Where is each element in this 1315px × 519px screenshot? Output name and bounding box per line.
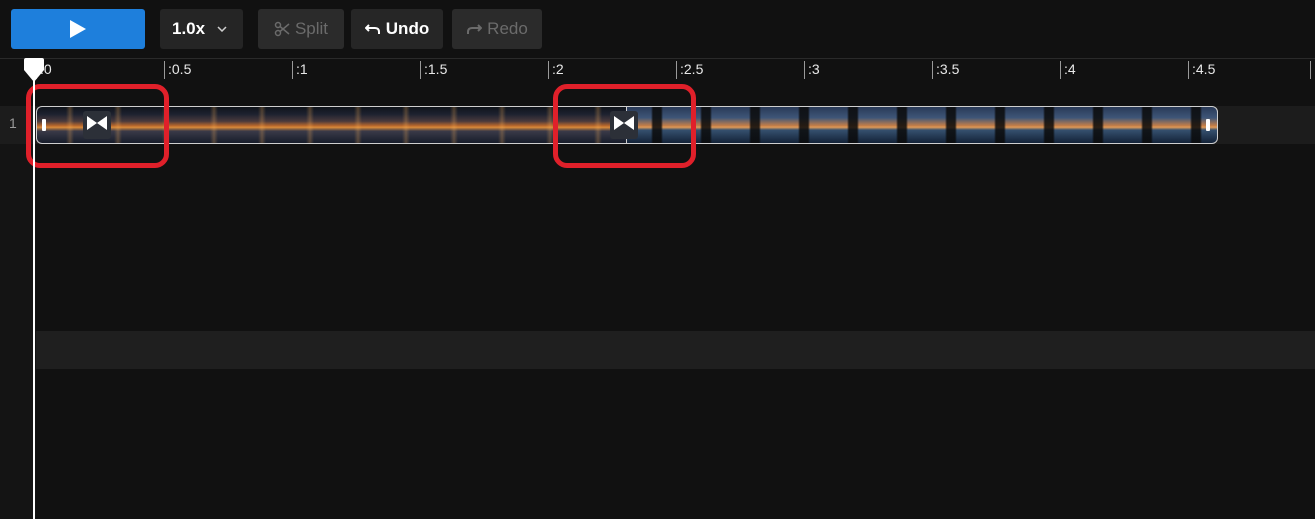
ruler-tick bbox=[804, 61, 805, 79]
undo-icon bbox=[364, 22, 381, 36]
ruler-label: :4.5 bbox=[1192, 61, 1216, 77]
ruler-label: :3.5 bbox=[936, 61, 960, 77]
split-label: Split bbox=[294, 19, 329, 38]
ruler-tick bbox=[420, 61, 421, 79]
speed-label: 1.0x bbox=[172, 19, 206, 38]
ruler-tick bbox=[164, 61, 165, 79]
ruler-label: :1.5 bbox=[424, 61, 448, 77]
playback-speed-dropdown[interactable]: 1.0x bbox=[160, 9, 243, 49]
clip-end-trim-handle[interactable] bbox=[1206, 119, 1210, 131]
ruler-label: :4 bbox=[1064, 61, 1076, 77]
redo-button[interactable]: Redo bbox=[452, 9, 542, 49]
track-gutter bbox=[0, 144, 36, 519]
ruler-label: :2.5 bbox=[680, 61, 704, 77]
ruler-label: :2 bbox=[552, 61, 564, 77]
ruler-label: :3 bbox=[808, 61, 820, 77]
ruler-label: :1 bbox=[296, 61, 308, 77]
undo-button[interactable]: Undo bbox=[351, 9, 443, 49]
track-number: 1 bbox=[9, 115, 17, 131]
silhouette-clip[interactable] bbox=[626, 106, 1218, 144]
ruler-tick bbox=[548, 61, 549, 79]
playhead-line[interactable] bbox=[33, 72, 35, 519]
redo-icon bbox=[466, 22, 483, 36]
empty-track-drop-zone[interactable] bbox=[36, 331, 1315, 369]
highlight-box-middle-transition bbox=[553, 84, 696, 168]
ruler-label: :0.5 bbox=[168, 61, 192, 77]
ruler-tick bbox=[676, 61, 677, 79]
highlight-box-start-transition bbox=[26, 84, 169, 168]
clip-thumbnails bbox=[627, 107, 1217, 143]
ruler-tick bbox=[292, 61, 293, 79]
scissors-icon bbox=[274, 21, 290, 37]
play-icon bbox=[69, 19, 87, 39]
toolbar: 1.0x Split Undo Redo bbox=[0, 0, 1315, 58]
ruler-tick bbox=[1310, 61, 1311, 79]
ruler-tick bbox=[932, 61, 933, 79]
ruler-tick bbox=[1188, 61, 1189, 79]
redo-label: Redo bbox=[487, 19, 528, 38]
undo-label: Undo bbox=[385, 19, 430, 38]
play-button[interactable] bbox=[11, 9, 145, 49]
timeline-ruler[interactable]: :0 :0.5 :1 :1.5 :2 :2.5 :3 :3.5 :4 :4.5 bbox=[0, 58, 1315, 80]
chevron-down-icon bbox=[217, 26, 227, 32]
ruler-tick bbox=[1060, 61, 1061, 79]
split-button[interactable]: Split bbox=[258, 9, 344, 49]
